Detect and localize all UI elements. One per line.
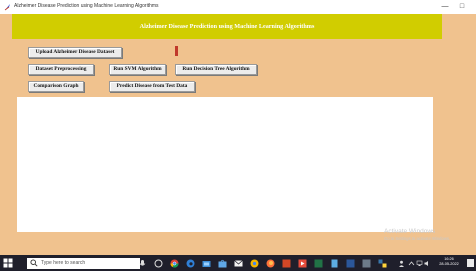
taskbar: Type here to search 16:26 28-05-2022 — [0, 255, 476, 271]
chevron-up-icon[interactable] — [408, 260, 415, 267]
store-icon[interactable] — [218, 259, 227, 268]
word-icon[interactable] — [346, 259, 355, 268]
python-icon[interactable] — [378, 259, 387, 268]
network-folder-icon[interactable] — [202, 259, 211, 268]
activate-windows-title: Activate Windows — [384, 228, 436, 235]
person-icon[interactable] — [398, 260, 405, 267]
output-text-area[interactable] — [17, 97, 433, 232]
maximize-button[interactable]: □ — [455, 1, 469, 13]
windows-start-icon[interactable] — [3, 258, 13, 268]
window-title: Alzheimer Disease Prediction using Machi… — [14, 3, 159, 9]
feather-app-icon — [4, 4, 10, 11]
activate-windows-subtitle: Go to Settings to activate Windows. — [384, 236, 451, 241]
page-title: Alzheimer Disease Prediction using Machi… — [139, 23, 315, 30]
window-titlebar: Alzheimer Disease Prediction using Machi… — [0, 0, 476, 14]
edge-icon[interactable] — [186, 259, 195, 268]
taskbar-search-box[interactable]: Type here to search — [27, 258, 140, 269]
path-status-marker — [175, 46, 178, 56]
excel-icon[interactable] — [314, 259, 323, 268]
task-view-icon[interactable] — [154, 259, 163, 268]
upload-dataset-button[interactable]: Upload Alzheimer Disease Dataset — [28, 47, 122, 58]
media-player-icon[interactable] — [298, 259, 307, 268]
network-icon[interactable] — [416, 260, 423, 267]
powerpoint-icon[interactable] — [282, 259, 291, 268]
run-decision-tree-button[interactable]: Run Decision Tree Algorithm — [175, 64, 257, 75]
minimize-button[interactable]: — — [438, 1, 452, 13]
search-placeholder: Type here to search — [41, 260, 86, 266]
microphone-icon[interactable] — [138, 259, 147, 268]
settings-app-icon[interactable] — [362, 259, 371, 268]
predict-disease-button[interactable]: Predict Disease from Test Data — [109, 81, 195, 92]
comparison-graph-button[interactable]: Comparison Graph — [28, 81, 84, 92]
header-banner: Alzheimer Disease Prediction using Machi… — [12, 14, 442, 39]
notepad-icon[interactable] — [330, 259, 339, 268]
dataset-preprocessing-button[interactable]: Dataset Preprocessing — [28, 64, 94, 75]
chrome-icon[interactable] — [170, 259, 179, 268]
clock-date: 28-05-2022 — [439, 262, 459, 266]
search-icon — [30, 259, 38, 267]
taskbar-clock[interactable]: 16:26 28-05-2022 — [433, 257, 465, 267]
mail-icon[interactable] — [234, 259, 243, 268]
notification-center-icon[interactable] — [467, 259, 474, 267]
run-svm-button[interactable]: Run SVM Algorithm — [109, 64, 166, 75]
volume-icon[interactable] — [424, 260, 431, 267]
activate-windows-watermark: Activate Windows Go to Settings to activ… — [384, 228, 450, 242]
chrome-alt-icon[interactable] — [250, 259, 259, 268]
firefox-icon[interactable] — [266, 259, 275, 268]
